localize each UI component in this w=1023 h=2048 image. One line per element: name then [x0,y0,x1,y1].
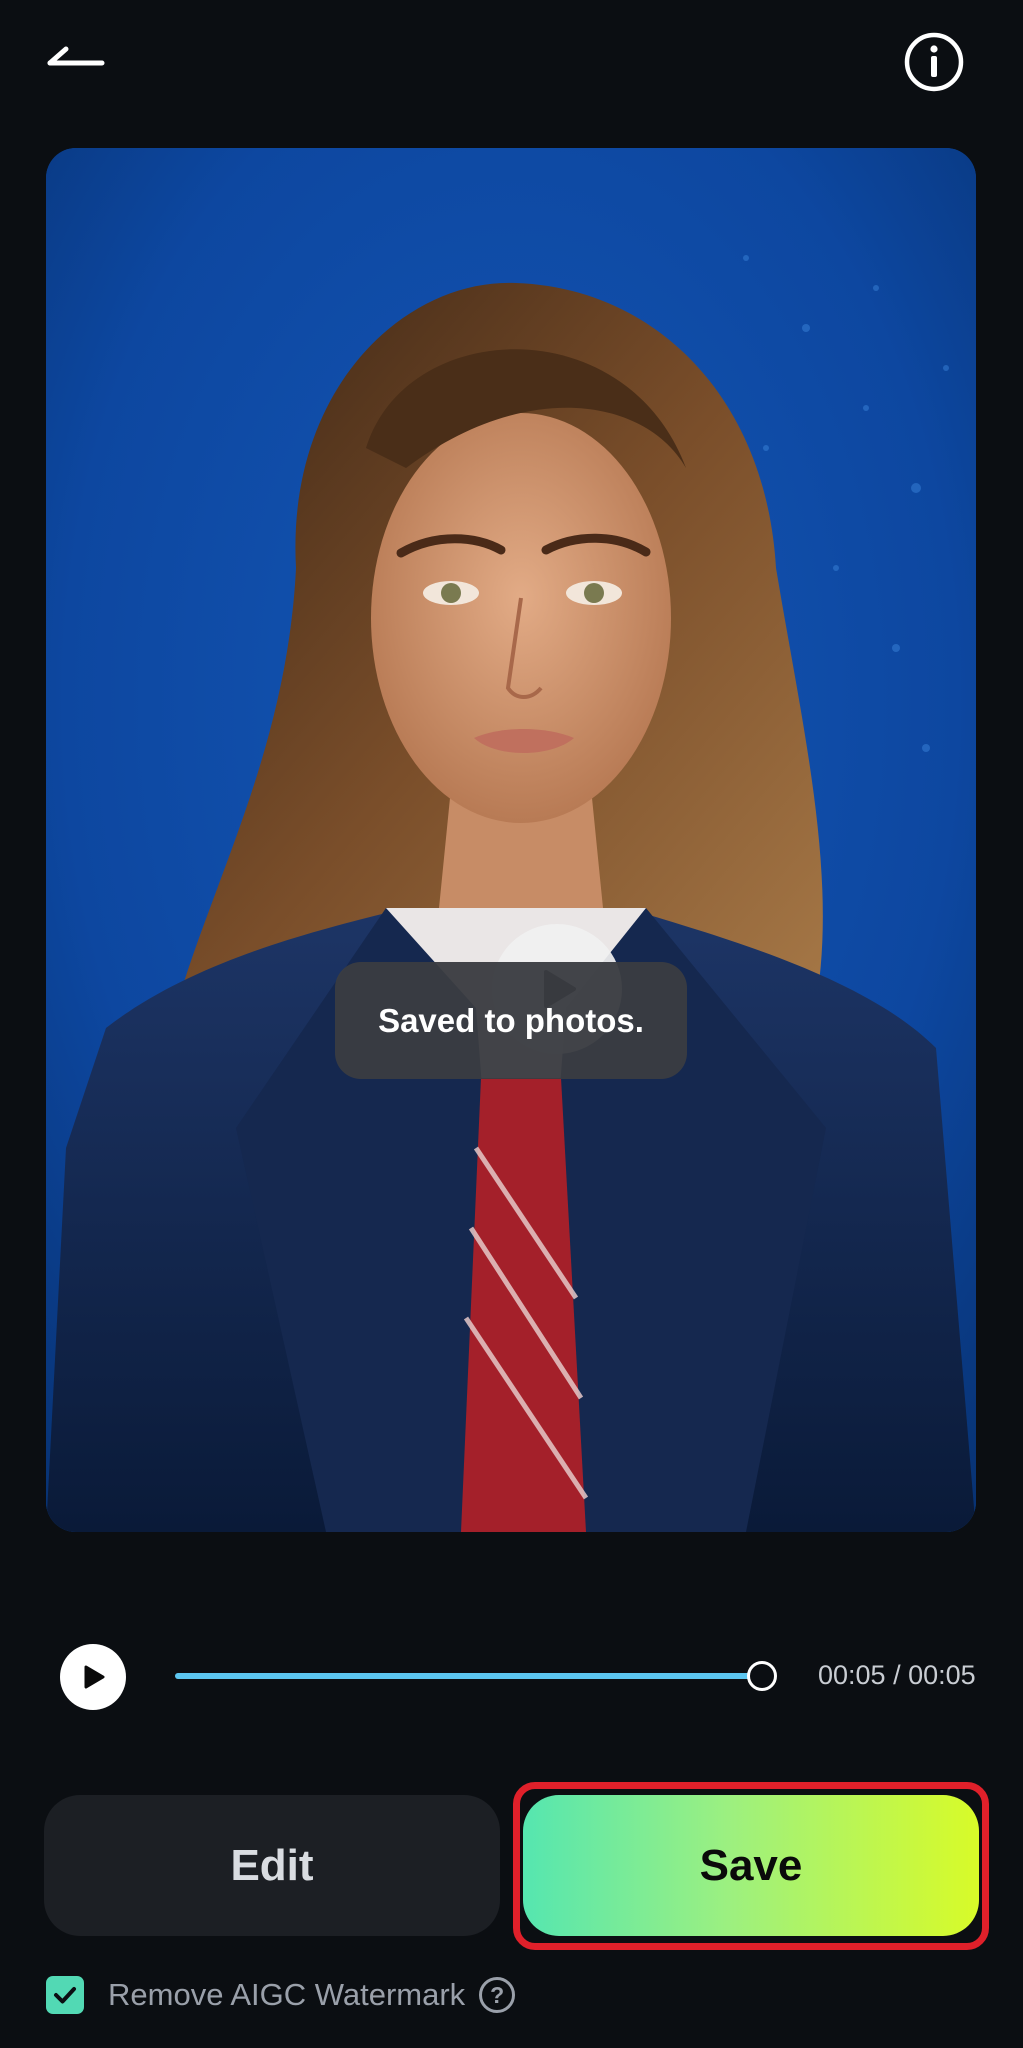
result-screen: Saved to photos. 00:05 / 00:05 Edit Save… [0,0,1023,2048]
progress-thumb[interactable] [747,1661,777,1691]
play-icon [84,1665,105,1689]
progress-track[interactable] [175,1673,775,1679]
back-button[interactable] [40,36,120,86]
remove-watermark-checkbox[interactable] [46,1976,84,2014]
player-play-button[interactable] [60,1644,126,1710]
back-arrow-icon [47,46,105,66]
time-readout: 00:05 / 00:05 [818,1660,976,1690]
save-button[interactable]: Save [523,1795,979,1936]
video-preview[interactable] [46,148,976,1532]
info-icon [904,32,964,92]
progress-fill [175,1673,775,1679]
saved-toast: Saved to photos. [335,962,687,1079]
question-circle-icon[interactable]: ? [479,1977,516,2013]
portrait-photo [46,148,976,1532]
checkmark-icon [54,1987,76,2004]
info-button[interactable] [903,31,965,93]
remove-watermark-row: Remove AIGC Watermark ? [46,1974,516,2016]
edit-button[interactable]: Edit [44,1795,500,1936]
remove-watermark-label: Remove AIGC Watermark [108,1977,466,2012]
